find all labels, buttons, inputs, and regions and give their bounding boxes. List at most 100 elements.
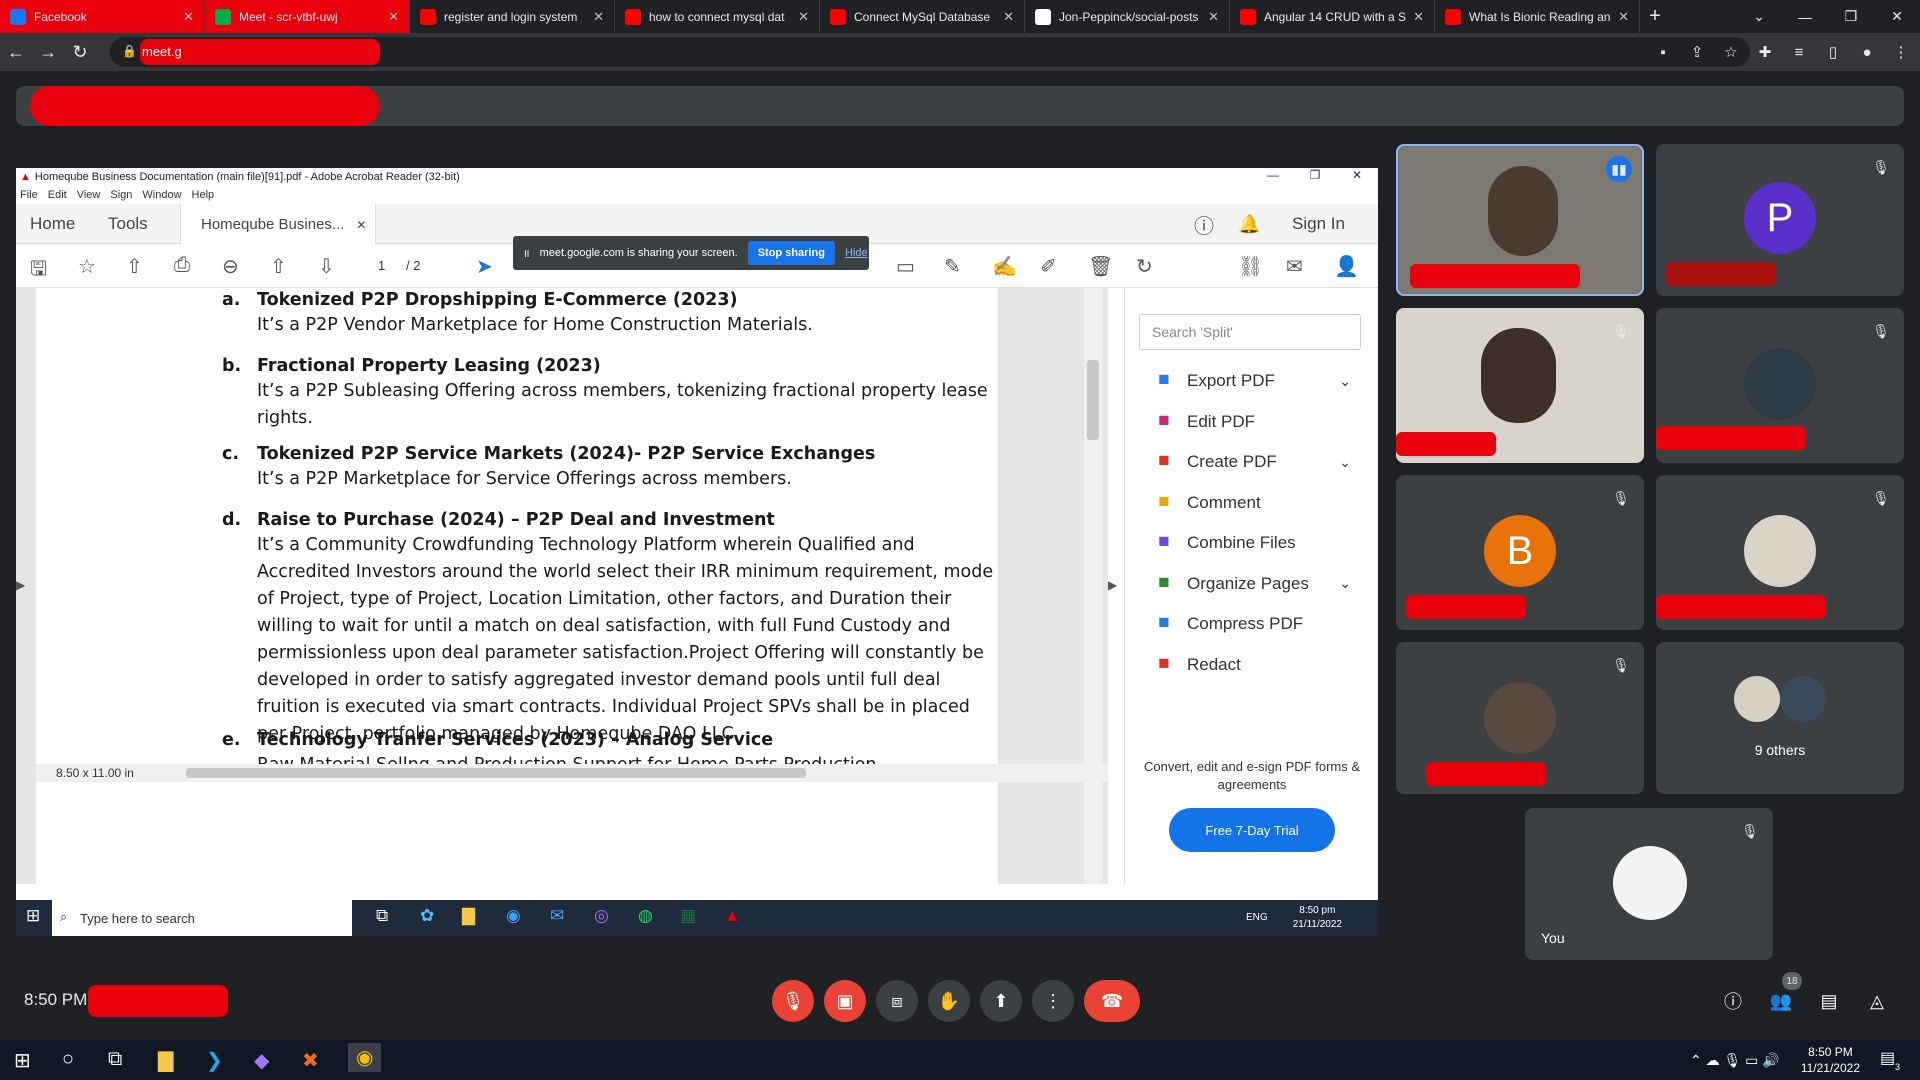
- sign-in-button[interactable]: Sign In: [1292, 204, 1345, 244]
- captions-button[interactable]: ⧈: [876, 980, 918, 1022]
- share-user-icon[interactable]: 👤: [1334, 254, 1359, 279]
- chevron-down-icon[interactable]: ⌄: [1339, 373, 1351, 390]
- raise-hand-button[interactable]: ✋: [928, 980, 970, 1022]
- tool-edit-pdf[interactable]: ■ Edit PDF: [1151, 407, 1351, 437]
- browser-tab[interactable]: Jon-Peppinck/social-posts ✕: [1025, 0, 1230, 33]
- bookmark-star-icon[interactable]: ☆: [1720, 43, 1742, 61]
- acrobat-taskbar-icon[interactable]: ▲: [724, 906, 741, 926]
- address-bar[interactable]: 🔒 meet.g: [110, 37, 1750, 67]
- help-icon[interactable]: ⓘ: [1194, 204, 1214, 244]
- app-icon[interactable]: ✿: [420, 906, 434, 926]
- tools-search-input[interactable]: Search 'Split': [1139, 314, 1361, 350]
- tab-home[interactable]: Home: [30, 204, 75, 244]
- next-page-icon[interactable]: ⇩: [318, 254, 335, 279]
- rotate-icon[interactable]: ↻: [1136, 254, 1153, 279]
- menu-item[interactable]: View: [77, 189, 101, 201]
- print-icon[interactable]: ⎙: [174, 254, 190, 277]
- xampp-icon[interactable]: ✖: [302, 1048, 319, 1073]
- star-icon[interactable]: ☆: [78, 254, 96, 279]
- meeting-details-icon[interactable]: ⓘ: [1712, 980, 1754, 1022]
- messenger-icon[interactable]: ◎: [594, 906, 609, 926]
- horizontal-scroll-thumb[interactable]: [186, 768, 806, 778]
- bell-icon[interactable]: 🔔: [1238, 204, 1260, 244]
- activities-icon[interactable]: ◬: [1856, 980, 1898, 1022]
- windows-start-icon[interactable]: ⊞: [14, 1048, 31, 1073]
- tab-search-icon[interactable]: ⌄: [1736, 0, 1782, 33]
- cortana-icon[interactable]: ○: [62, 1048, 74, 1071]
- tool-comment[interactable]: ■ Comment: [1151, 488, 1351, 518]
- tool-export-pdf[interactable]: ■ Export PDF ⌄: [1151, 366, 1351, 396]
- taskbar-search[interactable]: ⌕ Type here to search: [52, 900, 352, 936]
- participant-tile-3[interactable]: 🎙: [1656, 308, 1904, 463]
- scroll-thumb[interactable]: [1087, 360, 1099, 440]
- participant-tile-2[interactable]: 🎙: [1396, 308, 1644, 463]
- close-tab-icon[interactable]: ✕: [356, 218, 366, 232]
- delete-icon[interactable]: 🗑: [1088, 254, 1113, 279]
- close-tab-icon[interactable]: ✕: [1208, 9, 1219, 25]
- file-explorer-icon[interactable]: ▇: [462, 906, 475, 926]
- chrome-icon[interactable]: ◉: [348, 1043, 382, 1072]
- camera-icon[interactable]: ▪: [1652, 44, 1674, 61]
- back-icon[interactable]: ←: [0, 36, 32, 68]
- prev-page-icon[interactable]: ⇧: [270, 254, 287, 279]
- browser-tab[interactable]: how to connect mysql dat ✕: [615, 0, 820, 33]
- visual-studio-icon[interactable]: ◆: [254, 1048, 269, 1073]
- menu-icon[interactable]: ⋮: [1890, 43, 1912, 61]
- participant-tile-speaker[interactable]: ▮▮: [1396, 144, 1644, 296]
- participant-tile-6[interactable]: 🎙: [1396, 642, 1644, 794]
- menu-item[interactable]: File: [20, 189, 38, 201]
- stop-sharing-button[interactable]: Stop sharing: [747, 241, 835, 265]
- close-tab-icon[interactable]: ✕: [1618, 9, 1629, 25]
- profile-avatar[interactable]: ●: [1856, 44, 1878, 61]
- browser-tab[interactable]: What Is Bionic Reading an ✕: [1435, 0, 1640, 33]
- stamp-icon[interactable]: ✐: [1040, 254, 1057, 279]
- tab-tools[interactable]: Tools: [108, 204, 148, 244]
- browser-tab[interactable]: Connect MySql Database ✕: [820, 0, 1025, 33]
- whatsapp-icon[interactable]: ◍: [638, 906, 653, 926]
- vscode-icon[interactable]: ❯: [206, 1048, 223, 1073]
- participant-tile-b[interactable]: B 🎙: [1396, 475, 1644, 630]
- comment-tool-icon[interactable]: ▭: [896, 254, 915, 279]
- tray-icons[interactable]: ⌃ ☁ 🎙 ▭ 🔊: [1690, 1052, 1780, 1069]
- chevron-down-icon[interactable]: ⌄: [1339, 454, 1351, 471]
- browser-tab[interactable]: Angular 14 CRUD with a S ✕: [1230, 0, 1435, 33]
- browser-tab[interactable]: register and login system ✕: [410, 0, 615, 33]
- menu-item[interactable]: Window: [142, 189, 181, 201]
- select-cursor-icon[interactable]: ➤: [476, 254, 493, 279]
- left-panel-toggle-icon[interactable]: ▶: [16, 578, 30, 592]
- participant-tile-others[interactable]: 9 others: [1656, 642, 1904, 794]
- end-call-button[interactable]: ☎: [1084, 980, 1140, 1022]
- menu-item[interactable]: Sign: [110, 189, 132, 201]
- email-icon[interactable]: ✉: [1286, 254, 1303, 279]
- minimize-icon[interactable]: —: [1782, 0, 1828, 33]
- close-window-icon[interactable]: ✕: [1874, 0, 1920, 33]
- restore-icon[interactable]: ❐: [1294, 168, 1336, 182]
- side-panel-icon[interactable]: ▯: [1822, 43, 1844, 61]
- hide-button[interactable]: Hide: [845, 247, 868, 259]
- notification-icon[interactable]: ▤: [1880, 1048, 1895, 1068]
- close-tab-icon[interactable]: ✕: [388, 9, 399, 25]
- link-icon[interactable]: ⛓: [1238, 254, 1263, 279]
- excel-icon[interactable]: ▦: [680, 906, 696, 926]
- tab-document[interactable]: Homeqube Busines... ✕: [180, 204, 376, 245]
- windows-start-icon[interactable]: ⊞: [26, 906, 40, 926]
- restore-icon[interactable]: ❐: [1828, 0, 1874, 33]
- tool-create-pdf[interactable]: ■ Create PDF ⌄: [1151, 447, 1351, 477]
- page-number-input[interactable]: 1: [378, 258, 385, 273]
- browser-tab[interactable]: Meet - scr-vtbf-uwj ✕: [205, 0, 410, 33]
- edge-icon[interactable]: ◉: [506, 906, 521, 926]
- tool-redact[interactable]: ■ Redact: [1151, 650, 1351, 680]
- close-icon[interactable]: ✕: [1336, 168, 1378, 182]
- chevron-down-icon[interactable]: ⌄: [1339, 575, 1351, 592]
- share-icon[interactable]: ⇪: [1686, 43, 1708, 61]
- close-tab-icon[interactable]: ✕: [1413, 9, 1424, 25]
- minimize-icon[interactable]: —: [1252, 168, 1294, 182]
- tool-organize-pages[interactable]: ■ Organize Pages ⌄: [1151, 569, 1351, 599]
- draw-icon[interactable]: ✍: [992, 254, 1017, 279]
- chat-icon[interactable]: ▤: [1808, 980, 1850, 1022]
- zoom-out-icon[interactable]: ⊖: [222, 254, 239, 279]
- upload-icon[interactable]: ⇧: [126, 254, 143, 279]
- present-button[interactable]: ⬆: [980, 980, 1022, 1022]
- mic-toggle-button[interactable]: 🎙: [772, 980, 814, 1022]
- menu-item[interactable]: Help: [192, 189, 215, 201]
